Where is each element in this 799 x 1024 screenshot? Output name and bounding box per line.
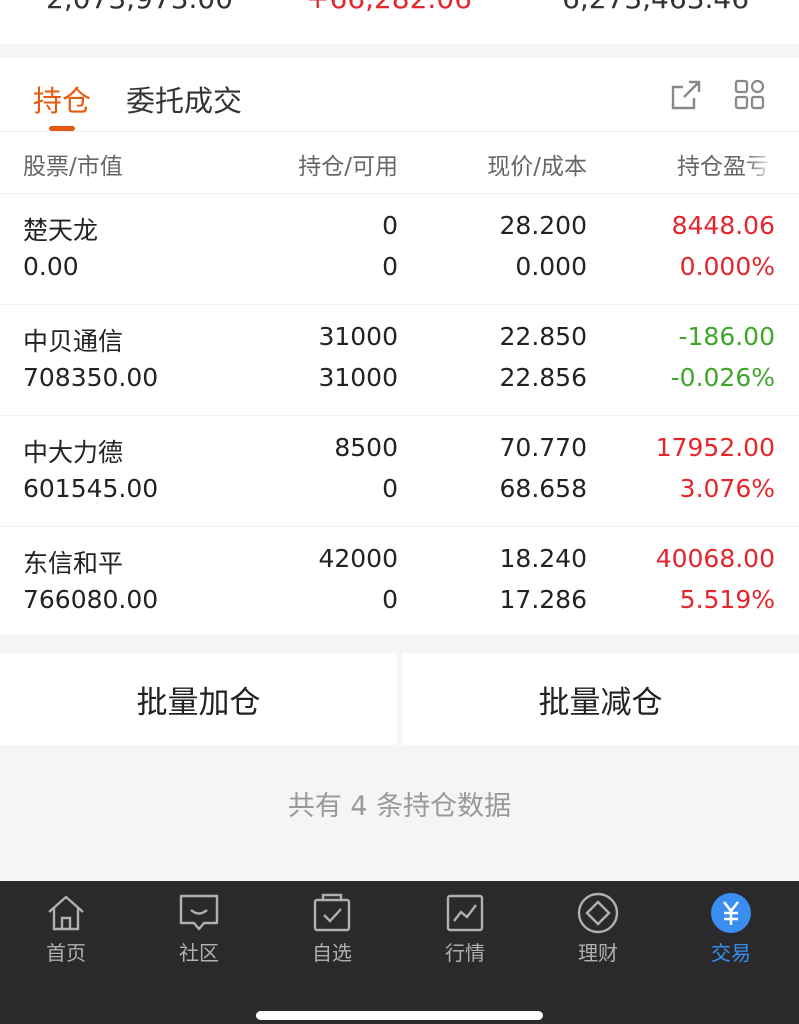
nav-wealth[interactable]: 理财 — [538, 891, 658, 966]
account-summary-strip: 2,073,973.00 +66,282.06 6,273,463.46 — [0, 0, 799, 44]
position-qty: 42000 — [318, 544, 398, 573]
bottom-nav: 首页 社区 自选 行情 理财 交易 — [0, 881, 799, 1024]
profit-loss: -186.00 — [678, 322, 776, 351]
home-icon — [48, 895, 84, 931]
holdings-panel: 持仓 委托成交 股票/市值 持仓/可用 现价/成本 持仓盈亏 楚天龙 0.00 … — [0, 58, 799, 635]
nav-label: 首页 — [46, 941, 86, 965]
holding-row[interactable]: 楚天龙 0.00 0 0 28.200 0.000 8448.06 0.000% — [0, 194, 799, 305]
cost-price: 0.000 — [515, 252, 587, 281]
trade-icon — [711, 893, 751, 933]
col-price-cost: 现价/成本 — [487, 154, 587, 180]
cost-price: 68.658 — [499, 474, 587, 503]
tab-bar: 持仓 委托成交 — [0, 58, 799, 132]
tab-holdings[interactable]: 持仓 — [33, 78, 91, 120]
batch-reduce-button[interactable]: 批量减仓 — [402, 653, 799, 745]
current-price: 28.200 — [499, 211, 587, 240]
nav-home[interactable]: 首页 — [6, 891, 126, 966]
column-header: 股票/市值 持仓/可用 现价/成本 持仓盈亏 — [0, 132, 799, 194]
active-tab-indicator — [49, 126, 75, 131]
holdings-list: 楚天龙 0.00 0 0 28.200 0.000 8448.06 0.000%… — [0, 194, 799, 638]
holdings-count-text: 共有 4 条持仓数据 — [287, 791, 512, 822]
nav-watchlist[interactable]: 自选 — [272, 891, 392, 966]
nav-label: 交易 — [711, 941, 751, 965]
nav-label: 自选 — [312, 941, 352, 965]
summary-value-3: 6,273,463.46 — [562, 0, 749, 15]
stock-name: 中大力德 — [23, 438, 124, 467]
nav-market[interactable]: 行情 — [405, 891, 525, 966]
nav-label: 行情 — [445, 941, 485, 965]
profit-loss: 40068.00 — [655, 544, 775, 573]
profit-loss-pct: 3.076% — [679, 474, 775, 503]
market-value: 601545.00 — [23, 474, 159, 503]
profit-loss: 8448.06 — [671, 211, 775, 240]
nav-label: 社区 — [179, 941, 219, 965]
holding-row[interactable]: 东信和平 766080.00 42000 0 18.240 17.286 400… — [0, 527, 799, 638]
holding-row[interactable]: 中贝通信 708350.00 31000 31000 22.850 22.856… — [0, 305, 799, 416]
profit-loss: 17952.00 — [655, 433, 775, 462]
grid-icon[interactable] — [733, 78, 767, 112]
cost-price: 17.286 — [499, 585, 587, 614]
nav-label: 理财 — [578, 941, 618, 965]
stock-name: 楚天龙 — [23, 216, 99, 245]
batch-add-button[interactable]: 批量加仓 — [0, 653, 397, 745]
watchlist-icon — [313, 893, 351, 932]
stock-name: 中贝通信 — [23, 327, 124, 356]
market-value: 708350.00 — [23, 363, 159, 392]
profit-loss-pct: 0.000% — [679, 252, 775, 281]
market-icon — [446, 894, 484, 932]
profit-loss-pct: -0.026% — [670, 363, 775, 392]
current-price: 18.240 — [499, 544, 587, 573]
position-qty: 31000 — [318, 322, 398, 351]
summary-value-2: +66,282.06 — [306, 0, 472, 15]
col-position-available: 持仓/可用 — [298, 154, 398, 180]
market-value: 0.00 — [23, 252, 79, 281]
available-qty: 0 — [382, 585, 398, 614]
current-price: 22.850 — [499, 322, 587, 351]
nav-trade[interactable]: 交易 — [671, 891, 791, 966]
community-icon — [179, 894, 219, 931]
share-icon[interactable] — [669, 78, 703, 112]
tab-orders[interactable]: 委托成交 — [126, 78, 242, 120]
wealth-icon — [577, 892, 619, 934]
holding-row[interactable]: 中大力德 601545.00 8500 0 70.770 68.658 1795… — [0, 416, 799, 527]
col-stock-value: 股票/市值 — [23, 154, 123, 180]
summary-value-1: 2,073,973.00 — [46, 0, 233, 15]
col-profit-loss: 持仓盈亏 — [677, 154, 769, 180]
current-price: 70.770 — [499, 433, 587, 462]
position-qty: 8500 — [334, 433, 398, 462]
market-value: 766080.00 — [23, 585, 159, 614]
available-qty: 0 — [382, 252, 398, 281]
home-indicator — [256, 1011, 543, 1020]
nav-community[interactable]: 社区 — [139, 891, 259, 966]
position-qty: 0 — [382, 211, 398, 240]
available-qty: 0 — [382, 474, 398, 503]
profit-loss-pct: 5.519% — [679, 585, 775, 614]
stock-name: 东信和平 — [23, 549, 124, 578]
available-qty: 31000 — [318, 363, 398, 392]
cost-price: 22.856 — [499, 363, 587, 392]
